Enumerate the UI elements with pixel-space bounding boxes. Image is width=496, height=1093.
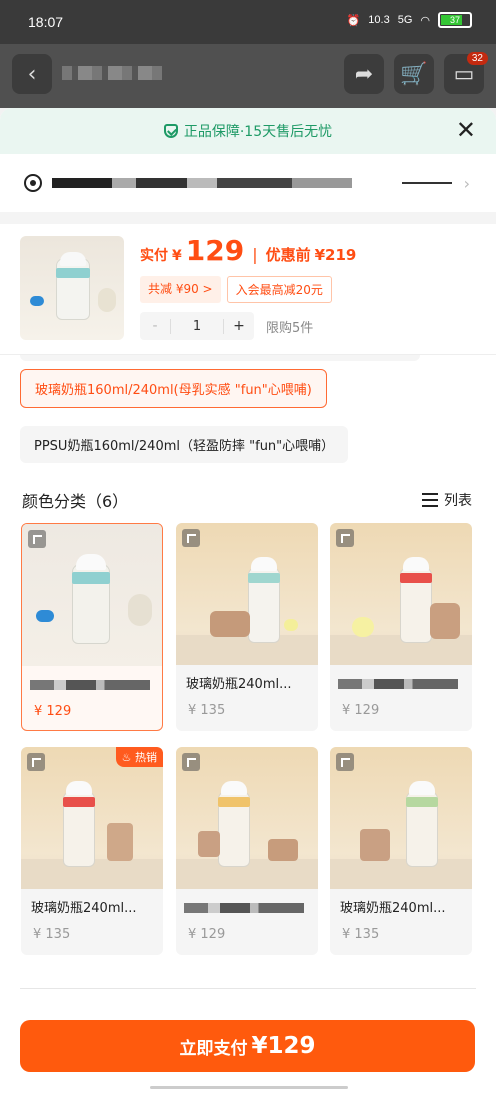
- member-tag[interactable]: 入会最高减20元: [226, 276, 332, 303]
- color-price: ¥ 129: [188, 927, 226, 942]
- expand-icon[interactable]: [27, 753, 45, 771]
- price-separator: |: [252, 245, 258, 264]
- color-name-redacted: [184, 903, 304, 913]
- color-name: 玻璃奶瓶240ml...: [31, 901, 137, 916]
- color-option[interactable]: ¥ 129: [330, 523, 472, 731]
- pay-label: 立即支付: [179, 1038, 248, 1059]
- footer-divider: [20, 988, 476, 989]
- list-view-label: 列表: [444, 493, 472, 509]
- expand-icon[interactable]: [336, 529, 354, 547]
- message-icon: ▭: [453, 61, 475, 87]
- sku-bottom-sheet: 正品保障·15天售后无忧 ✕ › 实付 ¥ 129 | 优惠前 ¥219 共减 …: [0, 108, 496, 1093]
- color-name-redacted: [338, 679, 458, 689]
- back-button[interactable]: ‹: [12, 54, 52, 94]
- address-redacted: [52, 178, 352, 188]
- price-value: 129: [185, 234, 245, 267]
- quantity-stepper: - 1 + 限购5件: [140, 312, 313, 340]
- battery-level: 37: [449, 15, 460, 25]
- chevron-right-icon: ›: [463, 174, 470, 193]
- location-pin-icon: [24, 174, 42, 192]
- pay-now-button[interactable]: 立即支付 ¥129: [20, 1020, 475, 1072]
- close-icon[interactable]: ✕: [456, 118, 476, 142]
- product-top-nav: ‹ ➦ 🛒 ▭ 32: [0, 44, 496, 108]
- spec-option-ppsu[interactable]: PPSU奶瓶160ml/240ml（轻盈防摔 "fun"心喂哺）: [20, 426, 349, 463]
- promo-tags: 共减 ¥90 > 入会最高减20元: [140, 276, 332, 303]
- chevron-left-icon: ‹: [27, 61, 37, 87]
- expand-icon[interactable]: [28, 530, 46, 548]
- color-title: 颜色分类（6）: [22, 492, 129, 511]
- message-button[interactable]: ▭ 32: [444, 52, 488, 94]
- alarm-icon: ⏰: [346, 14, 361, 27]
- color-option[interactable]: ¥ 129: [176, 747, 318, 955]
- home-indicator[interactable]: [150, 1086, 348, 1089]
- color-price: ¥ 135: [342, 927, 380, 942]
- share-button[interactable]: ➦: [344, 54, 384, 94]
- discount-tag[interactable]: 共减 ¥90 >: [140, 276, 221, 303]
- expand-icon[interactable]: [182, 529, 200, 547]
- color-name: 玻璃奶瓶240ml...: [186, 677, 292, 692]
- color-price: ¥ 129: [34, 704, 72, 719]
- section-divider: [0, 212, 496, 224]
- cart-button[interactable]: 🛒: [394, 54, 434, 94]
- color-price: ¥ 135: [188, 703, 226, 718]
- color-option[interactable]: ¥ 129: [21, 523, 163, 731]
- color-price: ¥ 129: [342, 703, 380, 718]
- expand-icon[interactable]: [336, 753, 354, 771]
- flame-icon: ♨: [121, 751, 132, 764]
- coupon-label: 优惠前: [265, 246, 311, 264]
- hot-badge: ♨ 热销: [115, 747, 163, 767]
- status-bar: 18:07 ⏰ 10.3 5G ◠ 37: [0, 0, 496, 44]
- hot-badge-label: 热销: [135, 751, 157, 764]
- guarantee-text: 正品保障·15天售后无忧: [183, 124, 333, 140]
- nav-title-redacted: [62, 66, 162, 80]
- list-icon: [422, 492, 438, 508]
- price-label: 实付: [140, 248, 168, 264]
- guarantee-banner: 正品保障·15天售后无忧 ✕: [0, 108, 496, 154]
- shield-check-icon: [163, 124, 178, 138]
- color-price: ¥ 135: [33, 927, 71, 942]
- wifi-icon: ◠: [420, 14, 430, 27]
- color-grid: ¥ 129 玻璃奶瓶240ml... ¥ 135 ¥ 129 ♨ 热销 玻璃奶瓶…: [0, 523, 496, 963]
- increase-button[interactable]: +: [224, 318, 254, 334]
- quantity-value[interactable]: 1: [170, 318, 224, 334]
- color-option[interactable]: 玻璃奶瓶240ml... ¥ 135: [330, 747, 472, 955]
- color-header: 颜色分类（6） 列表: [0, 481, 496, 511]
- product-summary: 实付 ¥ 129 | 优惠前 ¥219 共减 ¥90 > 入会最高减20元 - …: [0, 224, 496, 344]
- pay-amount: ¥129: [251, 1033, 316, 1059]
- color-option[interactable]: 玻璃奶瓶240ml... ¥ 135: [176, 523, 318, 731]
- message-badge: 32: [466, 52, 488, 65]
- cart-icon: 🛒: [400, 61, 428, 87]
- signal-label: 5G: [397, 14, 413, 26]
- purchase-limit: 限购5件: [266, 320, 314, 336]
- color-name: 玻璃奶瓶240ml...: [340, 901, 446, 916]
- price-line: 实付 ¥ 129 | 优惠前 ¥219: [140, 234, 356, 267]
- color-name-redacted: [30, 680, 150, 690]
- spec-option-glass[interactable]: 玻璃奶瓶160ml/240ml(母乳实感 "fun"心喂哺): [20, 369, 327, 408]
- currency-symbol: ¥: [172, 248, 182, 264]
- list-view-toggle[interactable]: 列表: [422, 490, 472, 510]
- product-thumbnail[interactable]: [20, 236, 124, 340]
- coupon-price: ¥219: [314, 246, 357, 264]
- expand-icon[interactable]: [182, 753, 200, 771]
- battery-icon: 37: [438, 12, 472, 28]
- spec-scroll-edge: [20, 355, 420, 361]
- address-row[interactable]: ›: [0, 154, 496, 212]
- system-icons: ⏰ 10.3 5G ◠ 37: [347, 12, 472, 28]
- spec-options: 玻璃奶瓶160ml/240ml(母乳实感 "fun"心喂哺) PPSU奶瓶160…: [0, 354, 496, 481]
- clock: 18:07: [28, 14, 64, 30]
- decrease-button[interactable]: -: [140, 318, 170, 334]
- share-icon: ➦: [354, 61, 374, 87]
- color-option[interactable]: ♨ 热销 玻璃奶瓶240ml... ¥ 135: [21, 747, 163, 955]
- address-redacted-tail: [402, 182, 452, 184]
- network-speed: 10.3: [368, 14, 390, 26]
